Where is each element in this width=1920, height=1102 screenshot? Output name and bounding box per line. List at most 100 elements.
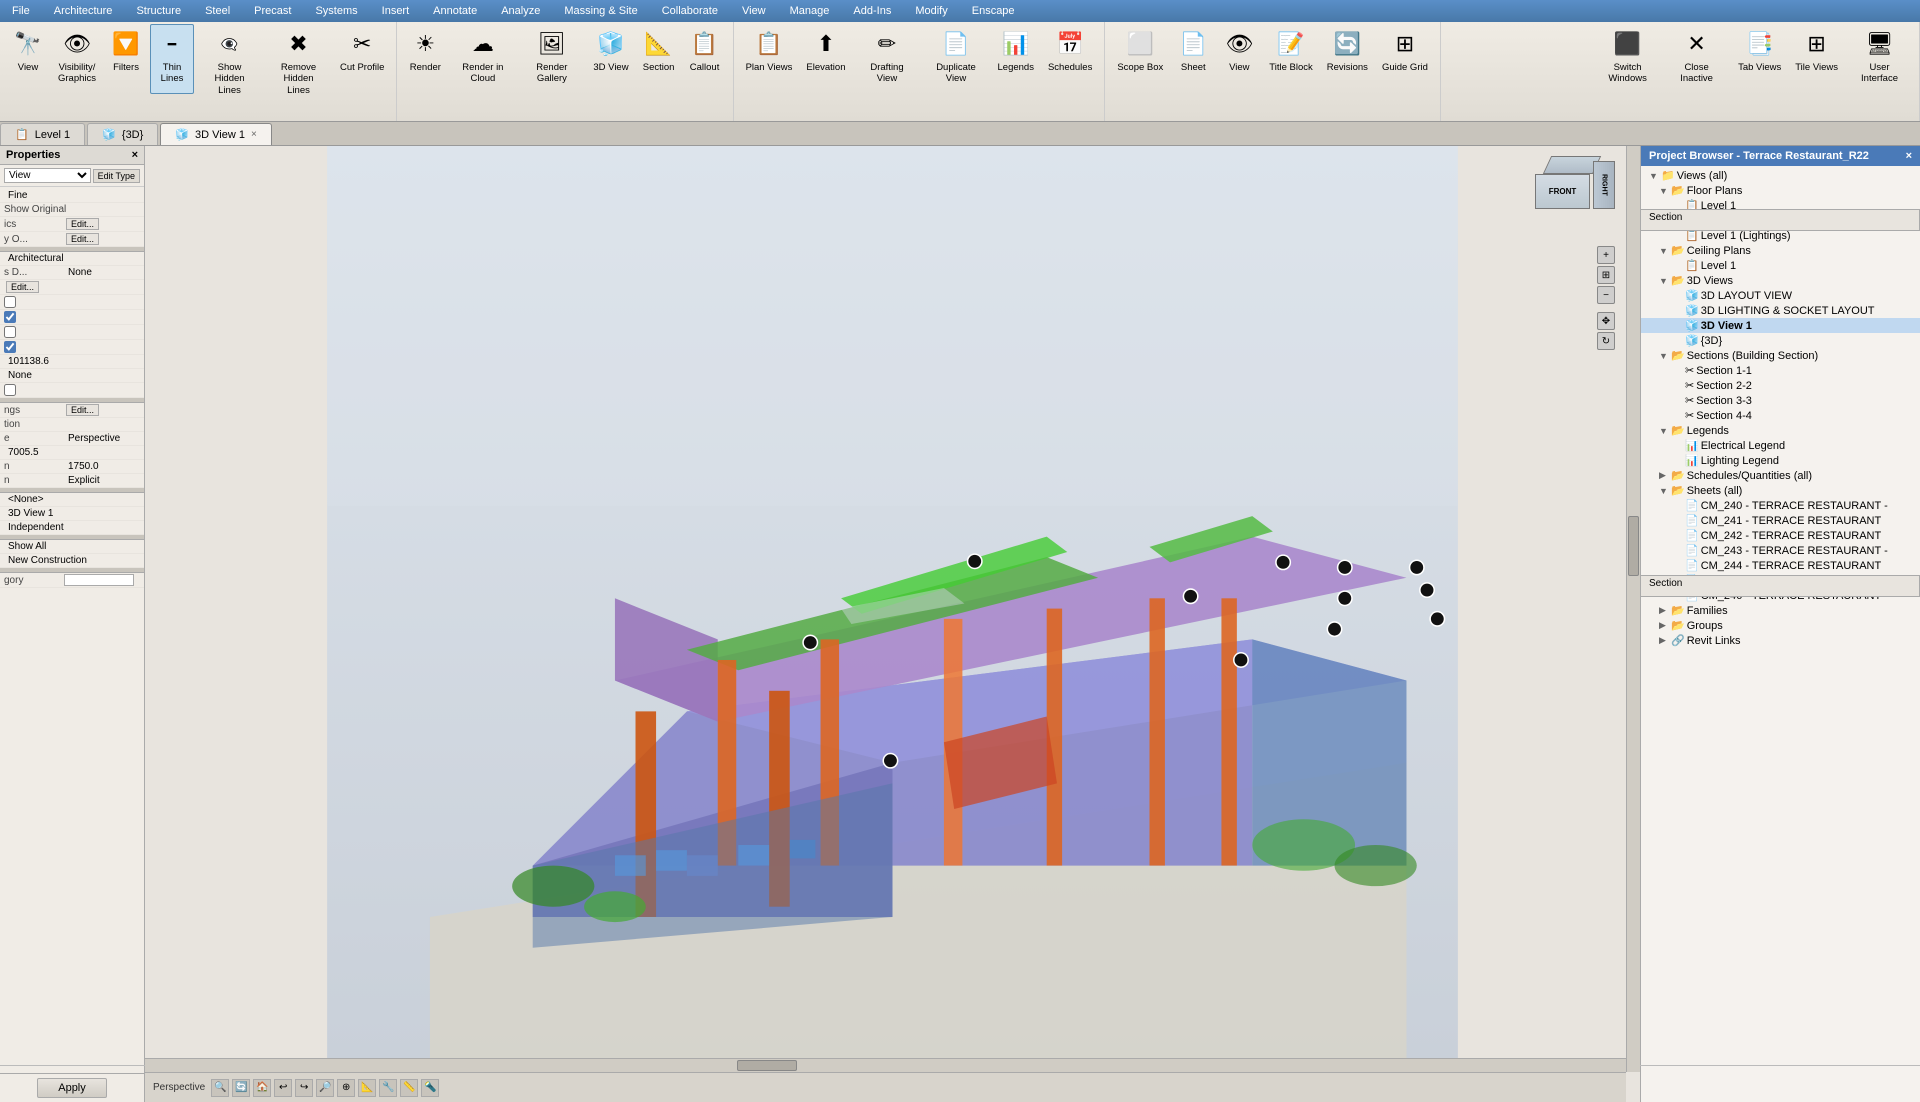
user-interface-btn[interactable]: 🖥 User Interface: [1846, 24, 1913, 94]
cb5-checkbox[interactable]: [4, 384, 16, 396]
zoom-in-btn[interactable]: +: [1597, 246, 1615, 264]
nav-steel[interactable]: Steel: [197, 4, 238, 18]
schedules-btn[interactable]: 📅 Schedules: [1042, 24, 1098, 94]
section-btn[interactable]: 📐 Section: [637, 24, 681, 94]
ics-edit-btn[interactable]: Edit...: [66, 218, 99, 230]
nav-systems[interactable]: Systems: [307, 4, 365, 18]
3d-view-btn[interactable]: 🧊 3D View: [587, 24, 634, 94]
nav-insert[interactable]: Insert: [374, 4, 418, 18]
tree-cm240[interactable]: 📄 CM_240 - TERRACE RESTAURANT -: [1641, 498, 1920, 513]
status-icon-ruler[interactable]: 📏: [400, 1079, 418, 1097]
tree-section-4-4[interactable]: ✂ Section 4-4: [1641, 408, 1920, 423]
nav-collaborate[interactable]: Collaborate: [654, 4, 726, 18]
expand-floor-plans[interactable]: ▼: [1659, 186, 1671, 196]
plan-views-btn[interactable]: 📋 Plan Views: [740, 24, 799, 94]
switch-windows-btn[interactable]: ⬛ Switch Windows: [1594, 24, 1661, 94]
tree-ceiling-level1[interactable]: 📋 Level 1: [1641, 258, 1920, 273]
legends-btn[interactable]: 📊 Legends: [992, 24, 1040, 94]
tab-3d-view1-close[interactable]: ×: [251, 129, 257, 140]
nav-architecture[interactable]: Architecture: [46, 4, 121, 18]
tree-cm243[interactable]: 📄 CM_243 - TERRACE RESTAURANT -: [1641, 543, 1920, 558]
nav-annotate[interactable]: Annotate: [425, 4, 485, 18]
tree-cm242[interactable]: 📄 CM_242 - TERRACE RESTAURANT: [1641, 528, 1920, 543]
cb4-checkbox[interactable]: [4, 341, 16, 353]
pan-btn[interactable]: ✥: [1597, 312, 1615, 330]
category-input[interactable]: [64, 574, 134, 586]
tab-3d-bracket[interactable]: 🧊 {3D}: [87, 123, 158, 145]
cube-front-face[interactable]: FRONT: [1535, 174, 1590, 209]
tree-section-3-3[interactable]: ✂ Section 3-3: [1641, 393, 1920, 408]
callout-btn[interactable]: 📋 Callout: [683, 24, 727, 94]
status-icon-undo[interactable]: ↩: [274, 1079, 292, 1097]
show-hidden-lines-btn[interactable]: 👁‍🗨 Show Hidden Lines: [196, 24, 263, 100]
status-icon-search[interactable]: 🔍: [211, 1079, 229, 1097]
edit-type-btn[interactable]: Edit Type: [93, 169, 140, 183]
cb1-checkbox[interactable]: [4, 296, 16, 308]
tree-groups[interactable]: ▶ 📂 Groups: [1641, 618, 1920, 633]
expand-revit-links[interactable]: ▶: [1659, 635, 1671, 646]
expand-sheets-all[interactable]: ▼: [1659, 486, 1671, 496]
expand-views-all[interactable]: ▼: [1649, 171, 1661, 181]
h-scrollbar-thumb[interactable]: [737, 1060, 797, 1071]
expand-groups[interactable]: ▶: [1659, 620, 1671, 631]
tree-legends[interactable]: ▼ 📂 Legends: [1641, 423, 1920, 438]
tile-views-btn[interactable]: ⊞ Tile Views: [1789, 24, 1844, 94]
tree-revit-links[interactable]: ▶ 🔗 Revit Links: [1641, 633, 1920, 648]
properties-close[interactable]: ×: [132, 149, 138, 161]
tree-3d-lighting[interactable]: 🧊 3D LIGHTING & SOCKET LAYOUT: [1641, 303, 1920, 318]
expand-legends[interactable]: ▼: [1659, 426, 1671, 436]
render-gallery-btn[interactable]: 🖼 Render Gallery: [518, 24, 585, 94]
tree-cm241[interactable]: 📄 CM_241 - TERRACE RESTAURANT: [1641, 513, 1920, 528]
view-sheet-btn[interactable]: 👁 View: [1217, 24, 1261, 94]
status-icon-light[interactable]: 🔦: [421, 1079, 439, 1097]
tree-ceiling-plans[interactable]: ▼ 📂 Ceiling Plans: [1641, 243, 1920, 258]
thin-lines-btn[interactable]: ━ ThinLines: [150, 24, 194, 94]
nav-enscape[interactable]: Enscape: [964, 4, 1023, 18]
expand-families[interactable]: ▶: [1659, 605, 1671, 616]
tree-3d-layout[interactable]: 🧊 3D LAYOUT VIEW: [1641, 288, 1920, 303]
type-selector-dropdown[interactable]: View: [4, 168, 91, 183]
apply-button[interactable]: Apply: [37, 1078, 107, 1098]
zoom-out-btn[interactable]: −: [1597, 286, 1615, 304]
tree-level1-elec[interactable]: 📋 Level 1 (Electrical Sockets): [1641, 213, 1920, 228]
v-scrollbar-thumb[interactable]: [1628, 516, 1639, 576]
sheet-btn[interactable]: 📄 Sheet: [1171, 24, 1215, 94]
zoom-extent-btn[interactable]: ⊞: [1597, 266, 1615, 284]
status-icon-home[interactable]: 🏠: [253, 1079, 271, 1097]
cb2-checkbox[interactable]: [4, 311, 16, 323]
nav-view[interactable]: View: [734, 4, 774, 18]
cb3-checkbox[interactable]: [4, 326, 16, 338]
view-ribbon-btn[interactable]: 🔭 View: [6, 24, 50, 94]
close-inactive-btn[interactable]: ✕ Close Inactive: [1663, 24, 1730, 94]
cube-right-face[interactable]: RIGHT: [1593, 161, 1615, 209]
tab-3d-view1[interactable]: 🧊 3D View 1 ×: [160, 123, 271, 145]
nav-analyze[interactable]: Analyze: [493, 4, 548, 18]
tree-floor-plans[interactable]: ▼ 📂 Floor Plans: [1641, 183, 1920, 198]
tree-lighting-legend[interactable]: 📊 Lighting Legend: [1641, 453, 1920, 468]
tree-level1[interactable]: 📋 Level 1: [1641, 198, 1920, 213]
nav-massing[interactable]: Massing & Site: [556, 4, 645, 18]
tree-3d-view1[interactable]: 🧊 3D View 1: [1641, 318, 1920, 333]
status-icon-zoom[interactable]: 🔎: [316, 1079, 334, 1097]
tab-level1[interactable]: 📋 Level 1: [0, 123, 85, 145]
nav-precast[interactable]: Precast: [246, 4, 299, 18]
tree-elec-legend[interactable]: 📊 Electrical Legend: [1641, 438, 1920, 453]
render-cloud-btn[interactable]: ☁ Render in Cloud: [449, 24, 516, 94]
viewport-h-scrollbar[interactable]: [145, 1058, 1626, 1072]
ngs-edit-btn[interactable]: Edit...: [66, 404, 99, 416]
tab-views-btn[interactable]: 📑 Tab Views: [1732, 24, 1787, 94]
nav-modify[interactable]: Modify: [907, 4, 955, 18]
status-icon-redo[interactable]: ↪: [295, 1079, 313, 1097]
status-icon-rotate[interactable]: 🔄: [232, 1079, 250, 1097]
tree-views-all[interactable]: ▼ 📁 Views (all): [1641, 168, 1920, 183]
remove-hidden-lines-btn[interactable]: ✖ Remove Hidden Lines: [265, 24, 332, 100]
nav-structure[interactable]: Structure: [128, 4, 189, 18]
orbit-btn[interactable]: ↻: [1597, 332, 1615, 350]
tree-cm245[interactable]: 📄 CM_245 - TERRACE RESTAURANT: [1641, 573, 1920, 588]
tree-cm246[interactable]: 📄 CM_246 - TERRACE RESTAURANT: [1641, 588, 1920, 603]
tree-cm244[interactable]: 📄 CM_244 - TERRACE RESTAURANT: [1641, 558, 1920, 573]
tree-schedules[interactable]: ▶ 📂 Schedules/Quantities (all): [1641, 468, 1920, 483]
status-icon-angle[interactable]: 📐: [358, 1079, 376, 1097]
revisions-btn[interactable]: 🔄 Revisions: [1321, 24, 1374, 94]
edit3-btn[interactable]: Edit...: [6, 281, 39, 293]
